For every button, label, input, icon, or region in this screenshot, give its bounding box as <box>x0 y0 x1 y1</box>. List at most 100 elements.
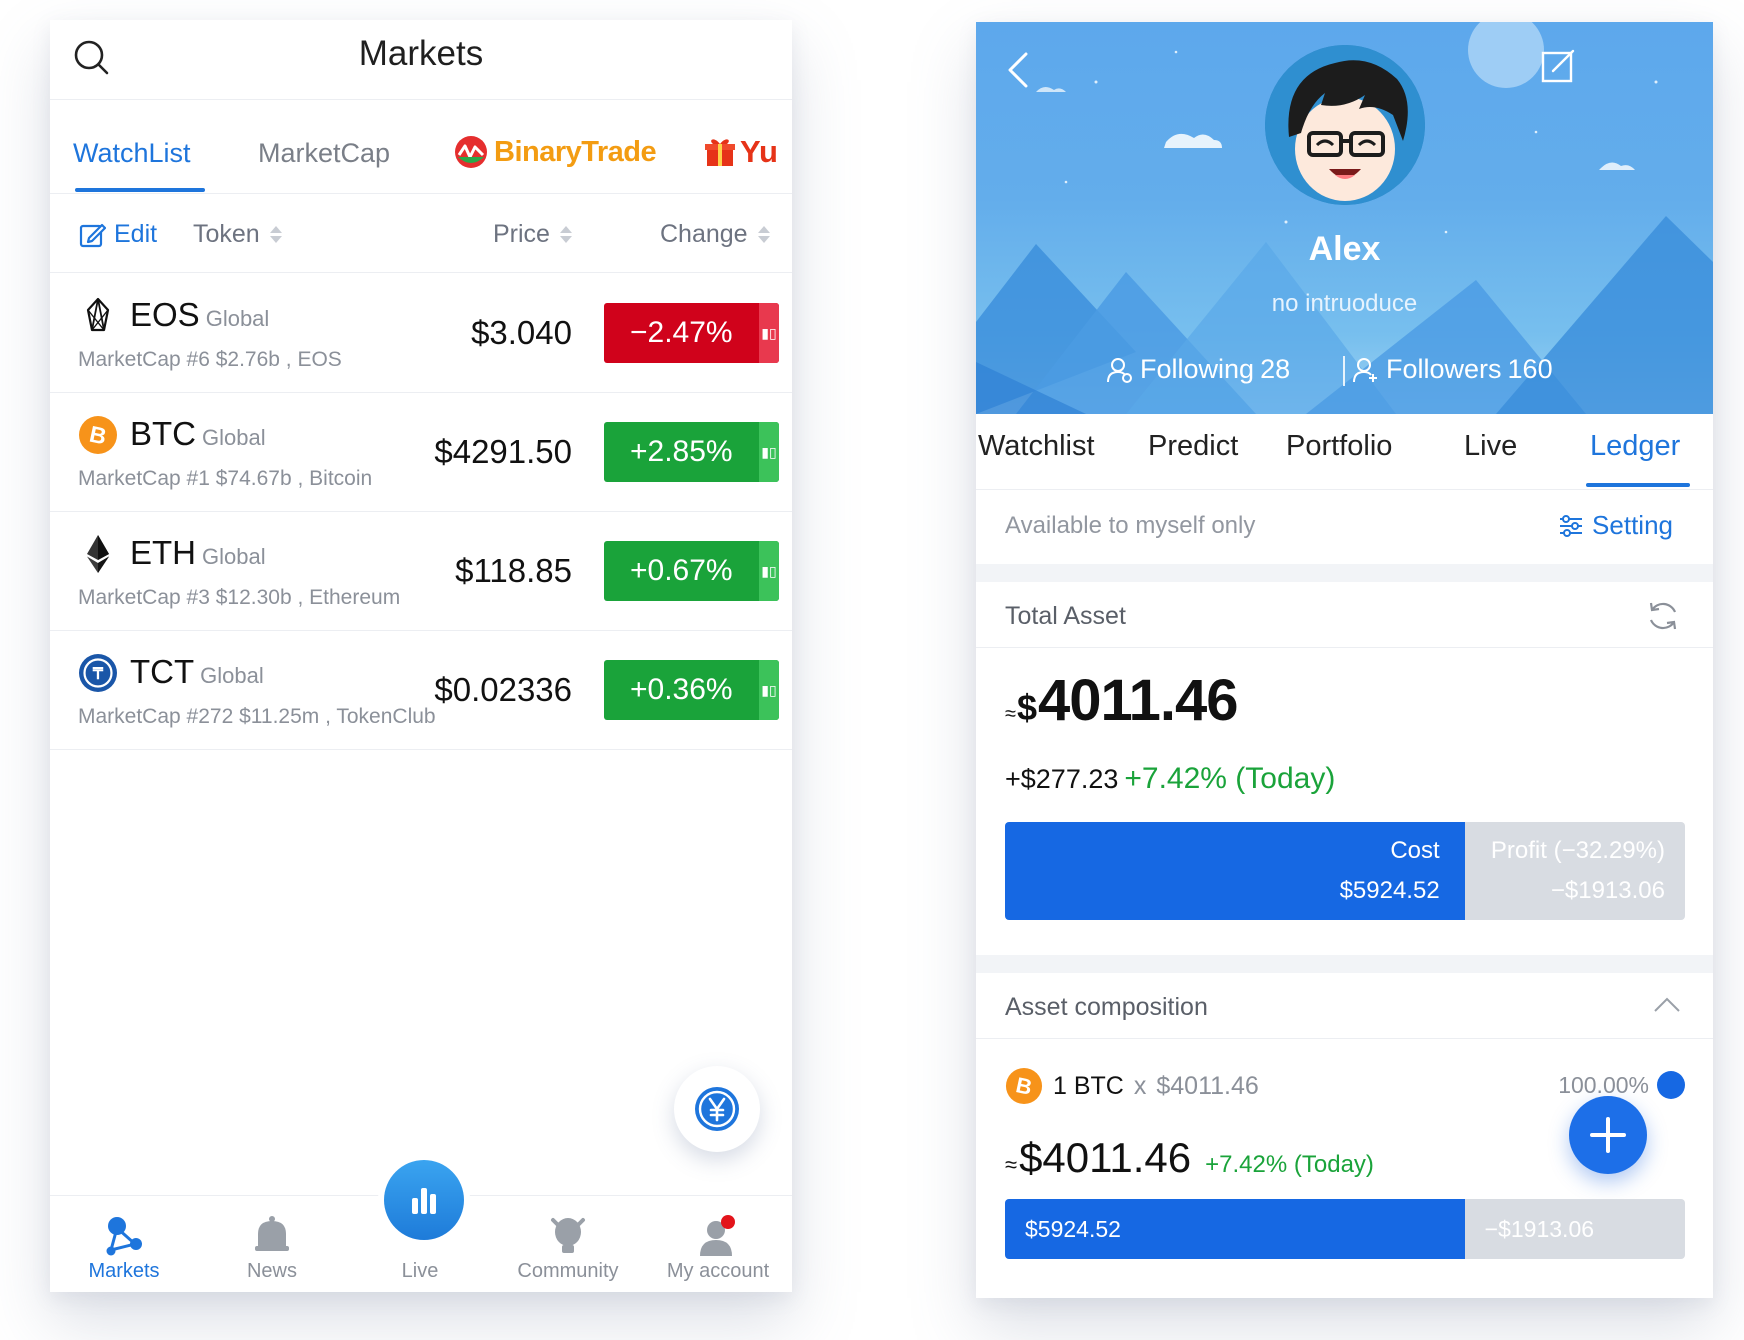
change-column-label: Change <box>660 220 748 248</box>
setting-button[interactable]: Setting <box>1558 510 1673 541</box>
coin-symbol: TCT Global <box>130 653 264 691</box>
nav-markets[interactable]: Markets <box>50 1196 198 1292</box>
edit-label: Edit <box>114 220 158 248</box>
live-button[interactable] <box>384 1160 464 1240</box>
total-asset-header: Total Asset <box>976 582 1713 648</box>
svg-text:₸: ₸ <box>92 666 104 683</box>
coin-symbol: EOS Global <box>130 296 269 334</box>
user-name: Alex <box>1308 230 1381 268</box>
table-row[interactable]: ₸ TCT Global MarketCap #272 $11.25m , Tok… <box>50 631 792 750</box>
change-percent: +7.42% (Today) <box>1124 762 1336 795</box>
avatar[interactable] <box>1265 45 1425 205</box>
account-icon <box>700 1215 735 1256</box>
change-value: +2.85% <box>630 435 733 468</box>
coin-region: Global <box>205 306 270 331</box>
user-intro: no intruoduce <box>1271 290 1418 317</box>
add-button[interactable] <box>1569 1096 1647 1174</box>
back-icon[interactable] <box>1006 50 1030 90</box>
section-gap <box>976 564 1713 582</box>
yu-label: Yu <box>740 134 778 169</box>
edit-button[interactable]: Edit <box>78 220 157 249</box>
coin-price: $4291.50 <box>434 433 572 470</box>
sliders-icon <box>1560 514 1583 537</box>
coin-marketcap: MarketCap #6 $2.76b , EOS <box>78 348 342 371</box>
tab-watchlist[interactable]: WatchList <box>73 138 191 169</box>
eos-icon <box>86 297 110 332</box>
cost-value: $5924.52 <box>1339 877 1440 904</box>
tab-ledger[interactable]: Ledger <box>1590 430 1680 463</box>
chevron-up-icon[interactable] <box>1653 997 1681 1013</box>
tab-marketcap[interactable]: MarketCap <box>258 138 390 169</box>
asset-composition-header[interactable]: Asset composition <box>976 973 1713 1039</box>
setting-label: Setting <box>1592 510 1673 540</box>
active-tab-indicator <box>1586 483 1690 487</box>
sort-icon <box>559 226 572 243</box>
nav-label: Live <box>401 1260 439 1282</box>
tab-live[interactable]: Live <box>1464 430 1517 463</box>
btc-icon: B <box>79 416 117 454</box>
sort-token-button[interactable]: Token <box>193 220 282 249</box>
approx-sign: ≈ <box>1005 703 1016 725</box>
markets-header: Markets <box>50 20 792 100</box>
coin-price: $3.040 <box>471 314 572 351</box>
eth-icon <box>87 535 109 573</box>
table-row[interactable]: B BTC Global MarketCap #1 $74.67b , Bitco… <box>50 393 792 512</box>
candlestick-icon: ▮▯ <box>759 422 779 482</box>
change-badge[interactable]: −2.47% ▮▯ <box>604 303 779 363</box>
binarytrade-logo-icon <box>455 136 487 168</box>
refresh-icon[interactable] <box>1645 598 1681 634</box>
tab-predict[interactable]: Predict <box>1148 430 1238 463</box>
holding-row: B 1 BTC x $4011.46 <box>1005 1067 1259 1105</box>
cost-segment: Cost $5924.52 <box>1005 822 1465 920</box>
community-icon <box>551 1218 585 1253</box>
sort-change-button[interactable]: Change <box>660 220 770 249</box>
followers-label: Followers <box>1386 354 1502 384</box>
tab-portfolio[interactable]: Portfolio <box>1286 430 1392 463</box>
candlestick-icon: ▮▯ <box>759 303 779 363</box>
change-value: −2.47% <box>630 316 733 349</box>
following-count: 28 <box>1260 354 1291 384</box>
total-asset-value: ≈ $ 4011.46 <box>1005 667 1238 734</box>
table-row[interactable]: ETH Global MarketCap #3 $12.30b , Ethereu… <box>50 512 792 631</box>
edit-profile-icon[interactable] <box>1540 48 1576 84</box>
coin-region: Global <box>202 425 266 450</box>
page-title: Markets <box>358 34 484 73</box>
change-absolute: +$277.23 <box>1005 764 1119 794</box>
change-badge[interactable]: +0.36% ▮▯ <box>604 660 779 720</box>
tab-yu[interactable]: Yu <box>704 132 778 172</box>
tct-icon: ₸ <box>79 654 117 692</box>
nav-news[interactable]: News <box>198 1196 346 1292</box>
legend-dot <box>1657 1071 1685 1099</box>
nav-my-account[interactable]: My account <box>644 1196 792 1292</box>
holding-price: $4011.46 <box>1156 1071 1259 1100</box>
tab-binarytrade[interactable]: BinaryTrade <box>454 132 657 172</box>
followers-count: 160 <box>1507 354 1553 384</box>
currency-fab-button[interactable] <box>674 1066 760 1152</box>
nav-live[interactable]: Live <box>346 1160 494 1292</box>
following-link[interactable]: Following 28 <box>1106 354 1290 385</box>
btc-icon: B <box>1005 1067 1043 1105</box>
change-badge[interactable]: +2.85% ▮▯ <box>604 422 779 482</box>
markets-tabs: WatchList MarketCap BinaryTrade Yu <box>50 100 792 194</box>
change-badge[interactable]: +0.67% ▮▯ <box>604 541 779 601</box>
profit-label: Profit (−32.29%) <box>1490 837 1665 864</box>
cartoon-avatar-icon <box>1265 45 1425 205</box>
asset-amount: 4011.46 <box>1038 668 1238 733</box>
coin-region: Global <box>202 544 266 569</box>
candlestick-icon: ▮▯ <box>759 541 779 601</box>
plus-icon <box>1590 1117 1626 1153</box>
nav-label: News <box>246 1260 297 1282</box>
column-header: Edit Token Price Change <box>50 195 792 273</box>
nav-label: My account <box>666 1260 770 1282</box>
sort-price-button[interactable]: Price <box>493 220 572 249</box>
coin-symbol: BTC Global <box>130 415 266 453</box>
holding-x: x <box>1133 1071 1147 1100</box>
divider <box>1343 356 1345 386</box>
following-icon <box>1107 357 1132 383</box>
symbol-text: ETH <box>130 534 196 571</box>
tab-watchlist[interactable]: Watchlist <box>978 430 1095 463</box>
nav-community[interactable]: Community <box>494 1196 642 1292</box>
followers-link[interactable]: Followers 160 <box>1352 354 1553 385</box>
table-row[interactable]: EOS Global MarketCap #6 $2.76b , EOS $3.0… <box>50 274 792 393</box>
profit-segment: −$1913.06 <box>1464 1199 1685 1259</box>
